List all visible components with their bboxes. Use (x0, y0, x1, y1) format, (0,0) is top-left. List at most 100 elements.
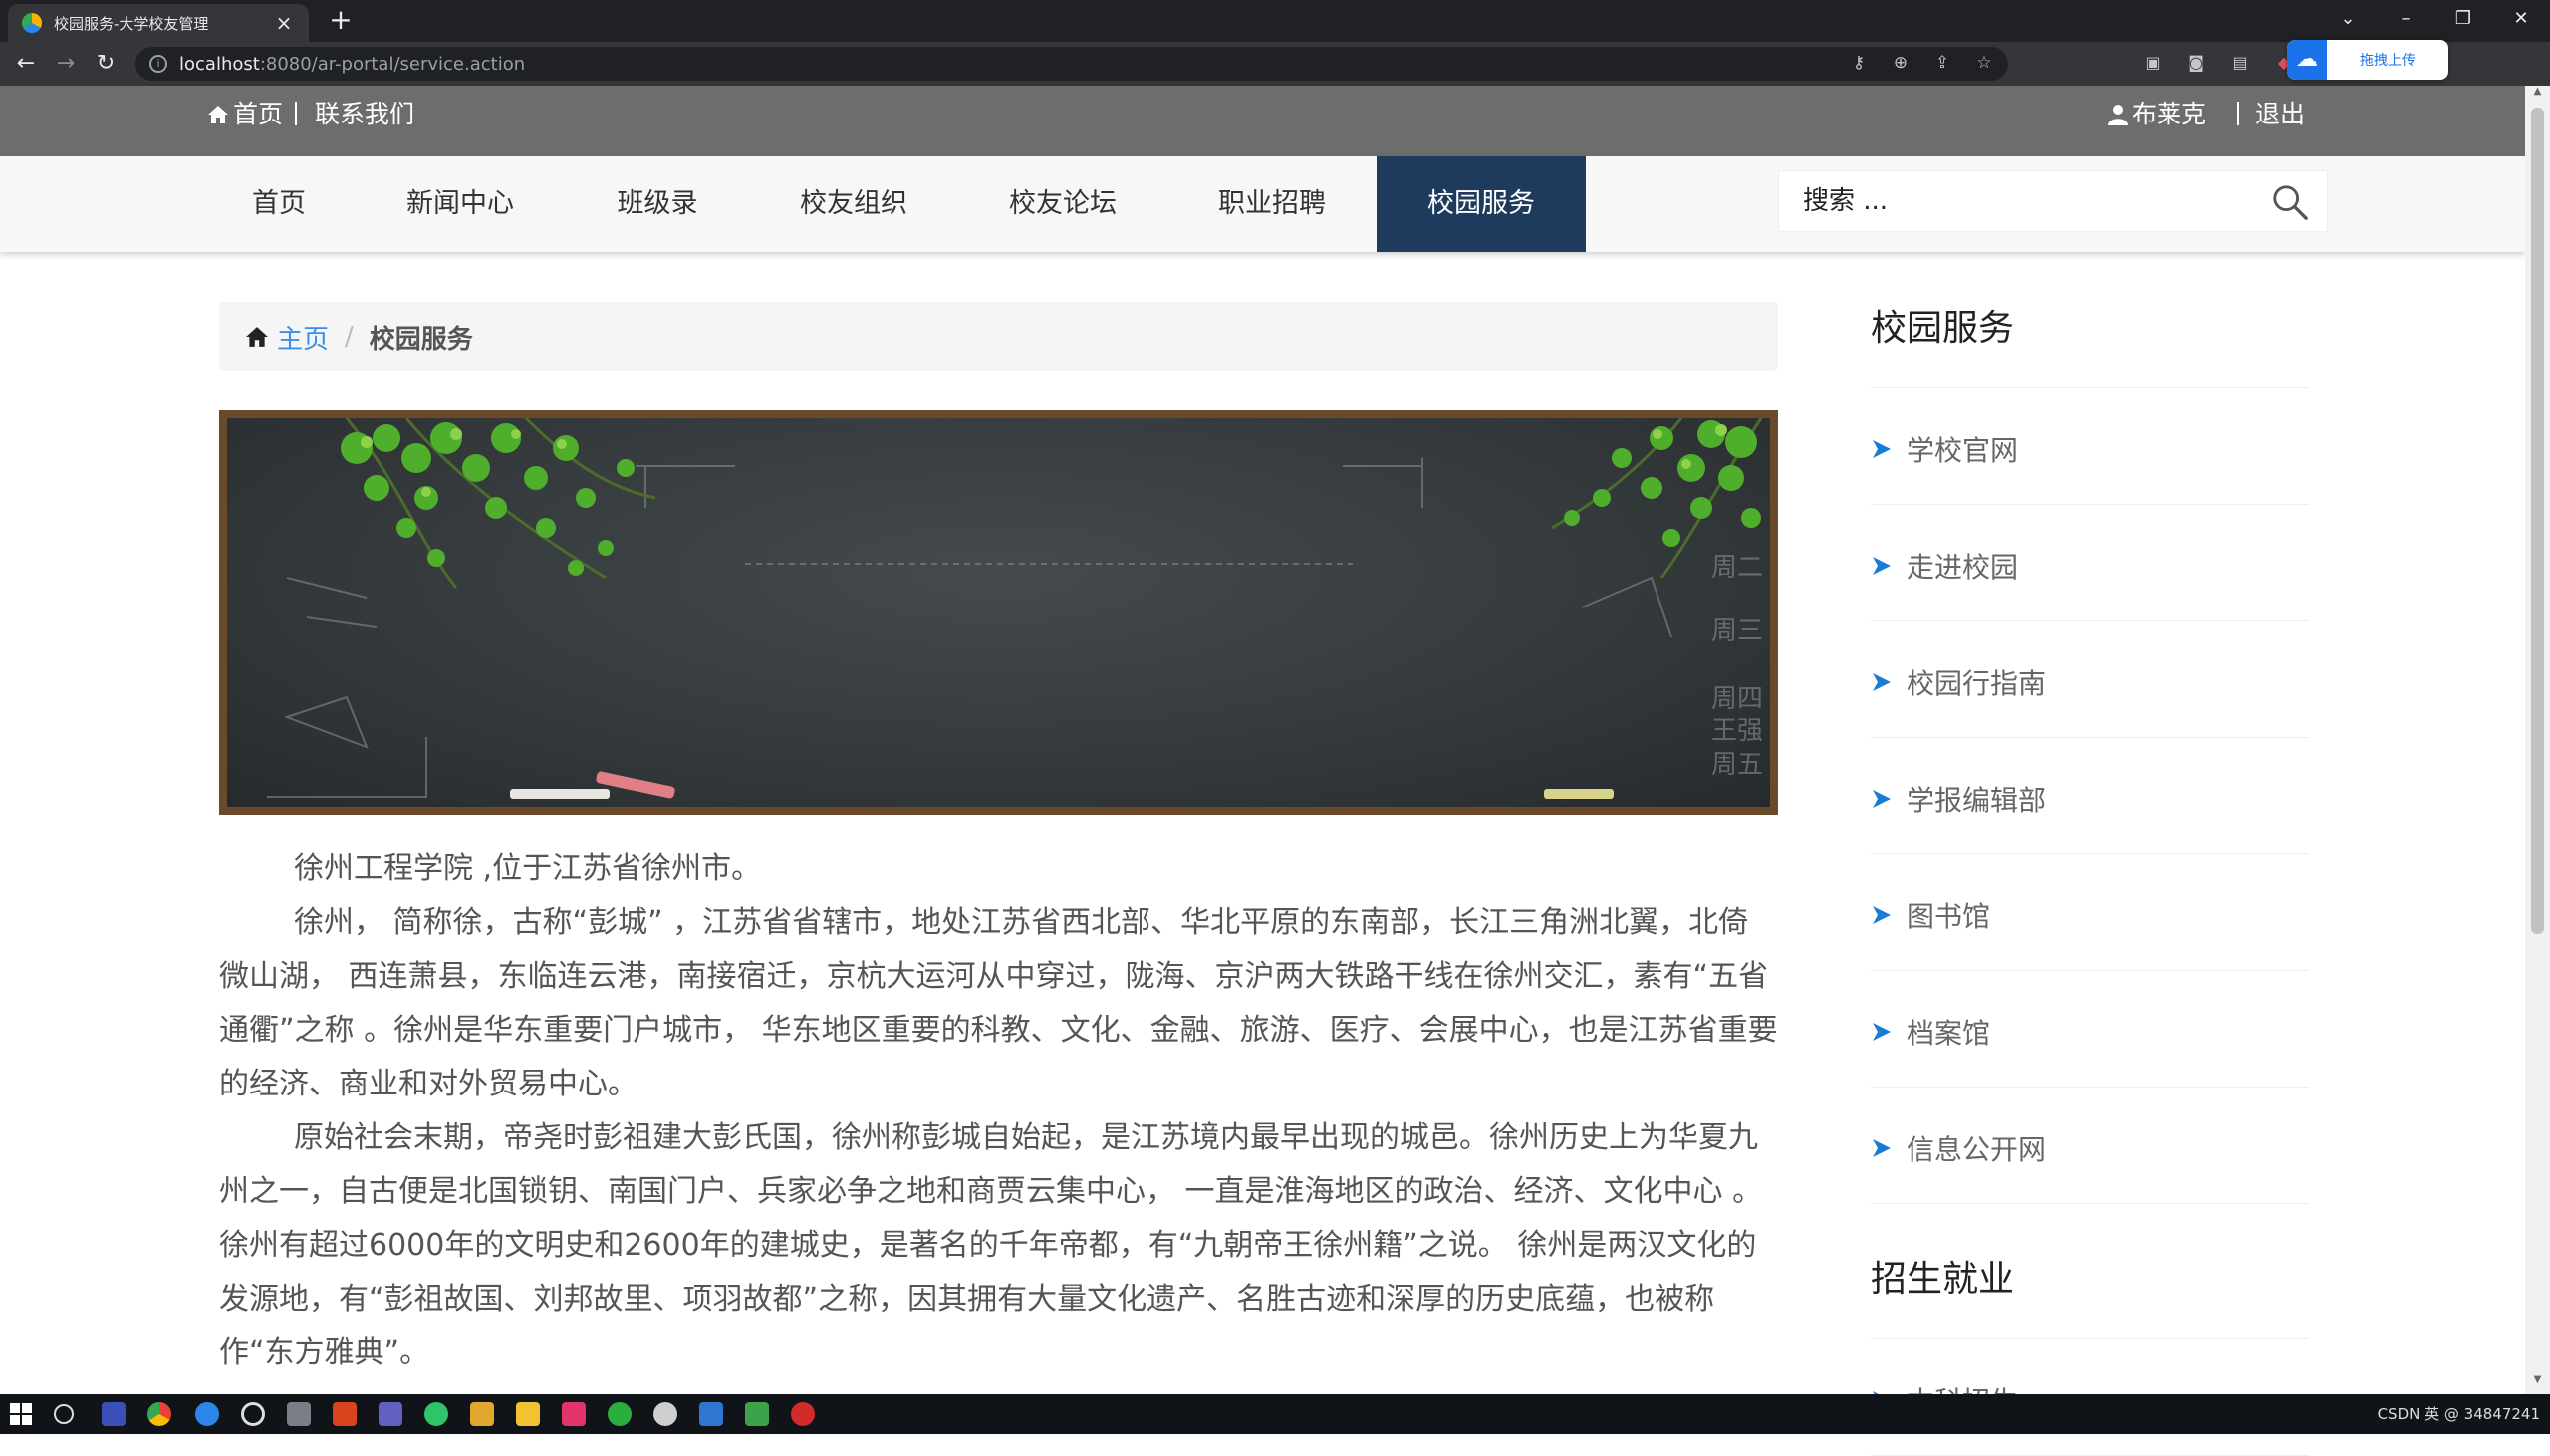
taskbar-app-icon[interactable] (333, 1402, 357, 1426)
article-paragraph: 徐州， 简称徐，古称“彭城” ，江苏省省辖市，地处江苏省西北部、华北平原的东南部… (219, 905, 1778, 1101)
browser-toolbar: ← → ↻ i localhost:8080/ar-portal/service… (0, 42, 2550, 120)
site-info-icon[interactable]: i (149, 55, 167, 73)
taskbar-app-icon[interactable] (241, 1402, 265, 1426)
zoom-icon[interactable]: ⊕ (1891, 53, 1911, 73)
board-text: 周五 (1711, 750, 1763, 780)
taskbar-app-icon[interactable] (791, 1402, 815, 1426)
taskbar-app-icon[interactable] (699, 1402, 723, 1426)
key-icon[interactable]: ⚷ (1849, 53, 1869, 73)
nav-item-news[interactable]: 新闻中心 (379, 156, 542, 252)
extension-chat-icon[interactable]: ▣ (2142, 52, 2164, 74)
scroll-up-arrow-icon[interactable]: ▲ (2525, 86, 2550, 106)
sidebar: 校园服务 学校官网 走进校园 校园行指南 学报编辑部 图书馆 档案馆 信息公开网… (1871, 295, 2309, 1456)
nav-item-alumni-org[interactable]: 校友组织 (777, 156, 930, 252)
arrow-right-icon (1873, 790, 1891, 808)
arrow-right-icon (1873, 557, 1891, 575)
sidebar-link-label: 信息公开网 (1907, 1133, 2047, 1166)
arrow-right-icon (1873, 906, 1891, 924)
taskbar-app-icon[interactable] (379, 1402, 402, 1426)
blackboard-illustration: 周二 周三 周四 王强 周五 (267, 418, 1763, 799)
window-minimize-button[interactable]: – (2377, 0, 2434, 42)
taskbar-app-icon[interactable] (102, 1402, 126, 1426)
sidebar-link-label: 学校官网 (1907, 434, 2019, 467)
windows-start-icon[interactable] (10, 1403, 32, 1425)
window-close-button[interactable]: ✕ (2492, 0, 2550, 42)
share-icon[interactable]: ⇪ (1932, 53, 1952, 73)
drag-upload-widget[interactable]: ☁ 拖拽上传 (2287, 40, 2448, 80)
search-icon[interactable] (2271, 183, 2309, 221)
url-text[interactable]: localhost:8080/ar-portal/service.action (179, 54, 525, 75)
sidebar-section-title: 招生就业 (1871, 1246, 2309, 1339)
sidebar-link-info-disclosure[interactable]: 信息公开网 (1871, 1088, 2309, 1204)
forward-arrow-icon[interactable]: → (50, 48, 82, 80)
taskbar-app-icon[interactable] (562, 1402, 586, 1426)
address-bar[interactable]: i localhost:8080/ar-portal/service.actio… (135, 47, 2008, 81)
article-paragraph: 原始社会末期，帝尧时彭祖建大彭氏国，徐州称彭城自始起，是江苏境内最早出现的城邑。… (219, 1120, 1763, 1370)
sidebar-link-label: 学报编辑部 (1907, 784, 2047, 817)
sidebar-link-archives[interactable]: 档案馆 (1871, 971, 2309, 1088)
nav-item-campus-service[interactable]: 校园服务 (1377, 156, 1586, 252)
sidebar-link-label: 档案馆 (1907, 1017, 1991, 1050)
tab-search-chevron-icon[interactable]: ⌄ (2319, 0, 2377, 42)
sidebar-section-title: 校园服务 (1871, 295, 2309, 388)
chrome-icon[interactable] (147, 1402, 171, 1426)
tray-text: CSDN 英 @ 34847241 (2377, 1405, 2540, 1423)
sidebar-link-campus-guide[interactable]: 校园行指南 (1871, 621, 2309, 738)
taskbar-app-icon[interactable] (745, 1402, 769, 1426)
breadcrumb-current: 校园服务 (369, 324, 473, 355)
tab-close-icon[interactable]: × (273, 11, 295, 35)
nav-item-classes[interactable]: 班级录 (588, 156, 727, 252)
sidebar-link-school-site[interactable]: 学校官网 (1871, 388, 2309, 505)
system-tray: CSDN 英 @ 34847241 (2378, 1394, 2540, 1434)
top-home-link[interactable]: 首页 (233, 86, 283, 143)
search-input[interactable] (1803, 171, 2241, 231)
breadcrumb-home-link[interactable]: 主页 (277, 319, 329, 356)
taskbar-app-icon[interactable] (424, 1402, 448, 1426)
article-content: 徐州工程学院 ,位于江苏省徐州市。 徐州， 简称徐，古称“彭城” ，江苏省省辖市… (219, 843, 1778, 1380)
sidebar-link-campus-tour[interactable]: 走进校园 (1871, 505, 2309, 621)
breadcrumb: 主页 / 校园服务 (219, 302, 1778, 371)
top-contact-link[interactable]: 联系我们 (315, 86, 414, 143)
arrow-right-icon (1873, 1139, 1891, 1157)
main-nav: 首页 新闻中心 班级录 校友组织 校友论坛 职业招聘 校园服务 (0, 156, 2525, 252)
back-arrow-icon[interactable]: ← (10, 48, 42, 80)
sidebar-link-journal[interactable]: 学报编辑部 (1871, 738, 2309, 854)
page-scrollbar[interactable]: ▲ ▼ (2525, 86, 2550, 1394)
breadcrumb-separator: / (345, 322, 354, 352)
tab-title: 校园服务-大学校友管理 (54, 14, 209, 33)
extension-camera-icon[interactable]: ◙ (2185, 52, 2207, 74)
bookmark-star-icon[interactable]: ☆ (1974, 53, 1994, 73)
sidebar-link-library[interactable]: 图书馆 (1871, 854, 2309, 971)
taskbar-app-icon[interactable] (287, 1402, 311, 1426)
folder-icon[interactable] (516, 1402, 540, 1426)
home-icon (246, 327, 268, 347)
vine-left-decoration (341, 418, 656, 589)
search-box (1778, 170, 2328, 232)
sidebar-link-label: 校园行指南 (1907, 667, 2047, 700)
extension-card-icon[interactable]: ▤ (2229, 52, 2251, 74)
nav-item-forum[interactable]: 校友论坛 (986, 156, 1140, 252)
arrow-right-icon (1873, 1023, 1891, 1041)
scrollbar-thumb[interactable] (2531, 108, 2544, 934)
nav-item-jobs[interactable]: 职业招聘 (1195, 156, 1349, 252)
reload-icon[interactable]: ↻ (90, 48, 122, 80)
taskbar-app-icon[interactable] (653, 1402, 677, 1426)
nav-item-home[interactable]: 首页 (219, 156, 339, 252)
chalk-yellow-decoration (1544, 789, 1614, 799)
browser-tab[interactable]: 校园服务-大学校友管理 × (8, 4, 309, 42)
wechat-icon[interactable] (608, 1402, 632, 1426)
blackboard-image: 周二 周三 周四 王强 周五 (227, 418, 1770, 807)
search-icon[interactable] (54, 1404, 74, 1424)
article-paragraph: 徐州工程学院 ,位于江苏省徐州市。 (294, 851, 762, 886)
top-user-link[interactable]: 布莱克 (2132, 86, 2206, 143)
board-text: 周二 (1711, 553, 1763, 583)
new-tab-button[interactable]: + (325, 4, 357, 36)
taskbar-app-icon[interactable] (195, 1402, 219, 1426)
folder-icon[interactable] (470, 1402, 494, 1426)
window-restore-button[interactable]: ❐ (2434, 0, 2492, 42)
scroll-down-arrow-icon[interactable]: ▼ (2525, 1374, 2550, 1394)
top-separator (2237, 102, 2239, 125)
arrow-right-icon (1873, 673, 1891, 691)
top-separator (295, 102, 297, 125)
top-logout-link[interactable]: 退出 (2255, 86, 2305, 143)
